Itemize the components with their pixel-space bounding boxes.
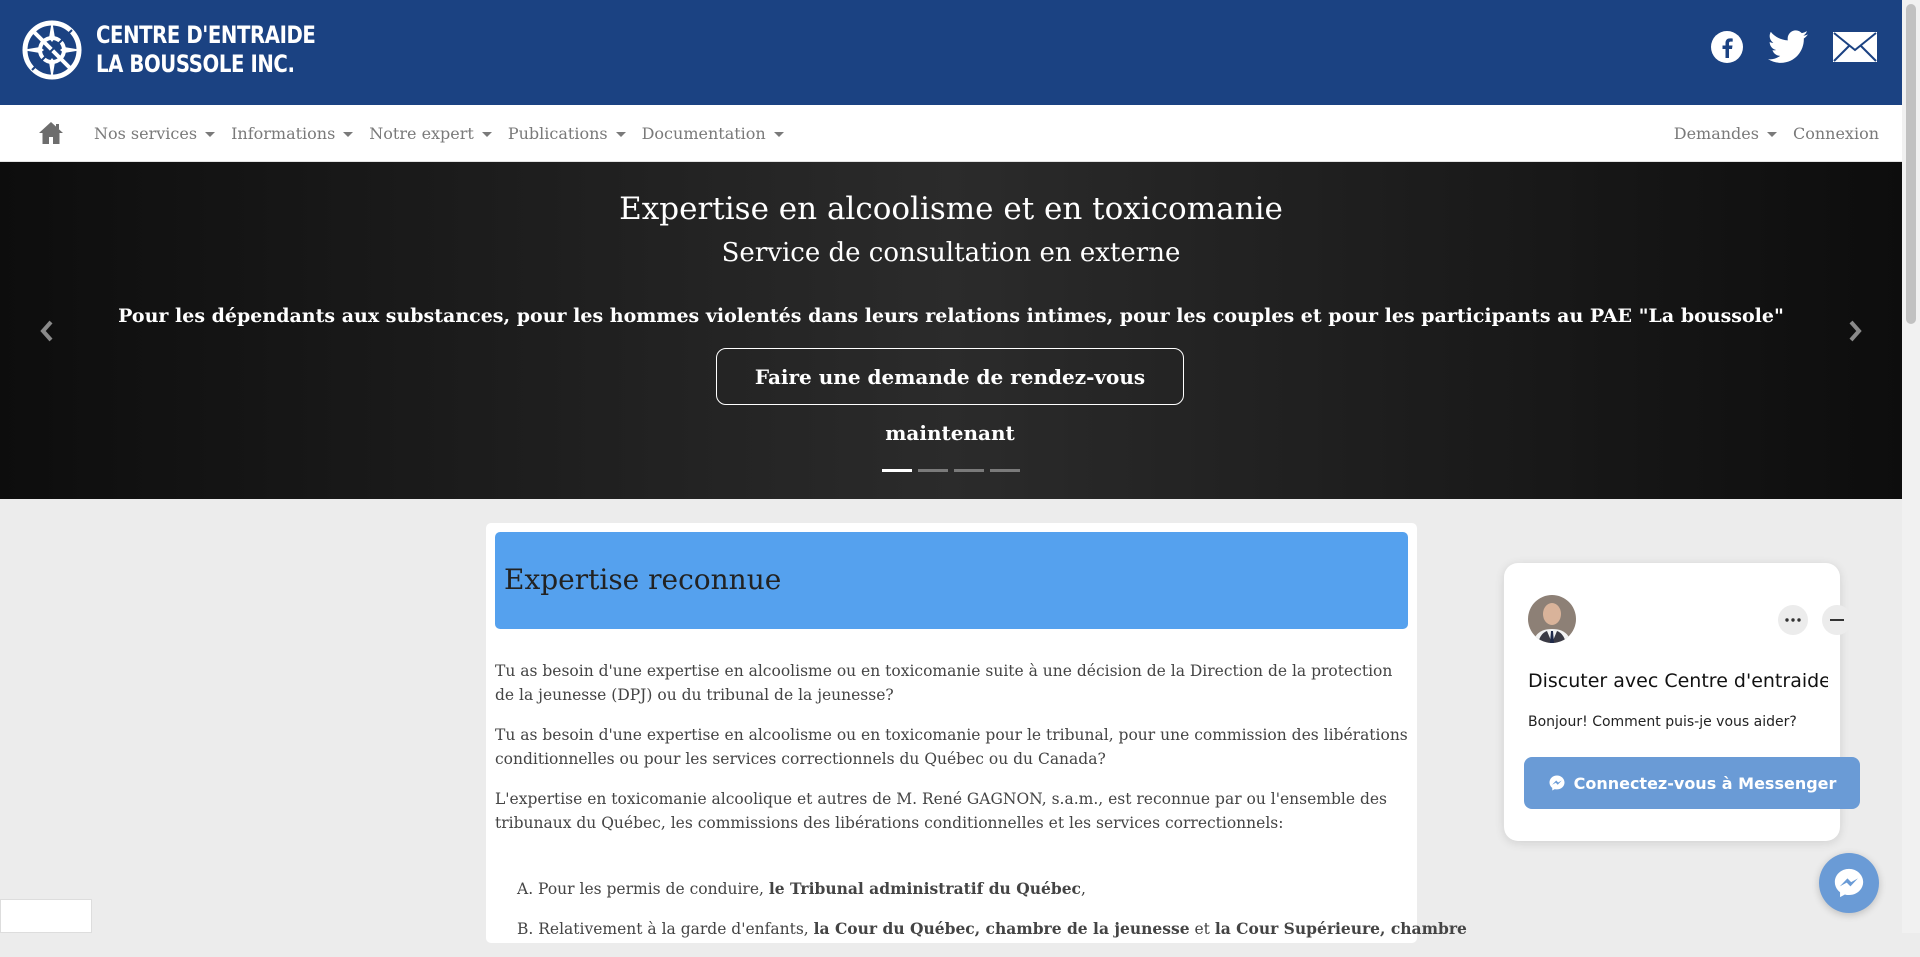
nav-label: Nos services: [94, 123, 198, 143]
messenger-connect-button[interactable]: Connectez-vous à Messenger: [1524, 757, 1860, 809]
list-item-text: et: [1189, 920, 1215, 938]
caret-down-icon: [481, 131, 492, 137]
nav-right: Demandes Connexion: [1658, 105, 1879, 161]
paragraph: Tu as besoin d'une expertise en alcoolis…: [495, 726, 1408, 768]
list-item: B. Relativement à la garde d'enfants, la…: [517, 917, 1467, 941]
list-item-bold: le Tribunal administratif du Québec: [768, 879, 1081, 898]
minimize-icon[interactable]: [1822, 605, 1852, 635]
messenger-launcher-button[interactable]: [1819, 853, 1879, 913]
card-body: Tu as besoin d'une expertise en alcoolis…: [495, 659, 1467, 957]
nav-publications[interactable]: Publications: [508, 124, 626, 143]
avatar: [1528, 595, 1576, 643]
messenger-chat-widget: Discuter avec Centre d'entraide L... Bon…: [1504, 563, 1860, 841]
caret-down-icon: [205, 131, 216, 137]
nav-notre-expert[interactable]: Notre expert: [369, 124, 492, 143]
nav-demandes[interactable]: Demandes: [1674, 124, 1777, 143]
authority-list: A. Pour les permis de conduire, le Tribu…: [517, 877, 1467, 941]
more-options-icon[interactable]: [1778, 605, 1808, 635]
carousel-indicator-4[interactable]: [990, 469, 1020, 472]
mail-icon[interactable]: [1832, 30, 1878, 68]
list-item-text: A. Pour les permis de conduire,: [517, 880, 769, 898]
paragraph: L'expertise en toxicomanie alcoolique et…: [495, 790, 1387, 832]
twitter-icon[interactable]: [1768, 30, 1808, 68]
facebook-icon[interactable]: [1710, 30, 1744, 68]
home-icon[interactable]: [38, 121, 64, 149]
list-item-text: ,: [1081, 880, 1086, 898]
nav-left: Nos services Informations Notre expert P…: [94, 105, 800, 161]
list-item: A. Pour les permis de conduire, le Tribu…: [517, 877, 1408, 901]
social-links: [1686, 30, 1878, 68]
nav-label: Documentation: [641, 123, 766, 143]
messenger-icon: [1834, 868, 1864, 898]
caret-down-icon: [1766, 131, 1777, 137]
hero-carousel: Expertise en alcoolisme et en toxicomani…: [0, 162, 1902, 499]
logo-text: CENTRE D'ENTRAIDE LA BOUSSOLE INC.: [96, 21, 316, 79]
compass-logo-icon: [22, 20, 82, 80]
appointment-request-button[interactable]: Faire une demande de rendez-vous mainten…: [716, 348, 1184, 445]
hero-description: Pour les dépendants aux substances, pour…: [118, 305, 1784, 327]
carousel-indicator-2[interactable]: [918, 469, 948, 472]
nav-nos-services[interactable]: Nos services: [94, 123, 216, 143]
nav-label: Notre expert: [369, 123, 474, 143]
nav-informations[interactable]: Informations: [231, 123, 354, 143]
messenger-connect-label: Connectez-vous à Messenger: [1573, 773, 1837, 793]
caret-down-icon: [343, 131, 354, 137]
carousel-next-icon[interactable]: [1848, 320, 1862, 346]
paragraph: Tu as besoin d'une expertise en alcoolis…: [495, 662, 1393, 704]
content-card: Expertise reconnue Tu as besoin d'une ex…: [486, 523, 1467, 943]
list-item-bold: la Cour du Québec, chambre de la jeuness…: [813, 919, 1190, 938]
messenger-icon: [1549, 775, 1565, 791]
chat-title: Discuter avec Centre d'entraide L...: [1528, 670, 1828, 692]
list-item-bold: la Cour Supérieure, chambre: [1214, 919, 1467, 938]
logo-line-1: CENTRE D'ENTRAIDE: [96, 21, 316, 49]
caret-down-icon: [773, 131, 784, 137]
nav-connexion[interactable]: Connexion: [1793, 124, 1879, 143]
nav-label: Connexion: [1792, 123, 1879, 143]
section-heading: Expertise reconnue: [504, 563, 782, 596]
bottom-left-widget[interactable]: [0, 899, 92, 933]
nav-label: Publications: [507, 123, 608, 143]
list-item-text: B. Relativement à la garde d'enfants,: [517, 920, 814, 938]
nav-label: Demandes: [1673, 123, 1759, 143]
hero-subtitle: Service de consultation en externe: [721, 238, 1181, 268]
nav-label: Informations: [231, 123, 336, 143]
caret-down-icon: [615, 131, 626, 137]
main-navbar: Nos services Informations Notre expert P…: [0, 105, 1902, 162]
carousel-indicators: [882, 469, 1026, 472]
page-scrollbar[interactable]: [1902, 0, 1920, 933]
top-banner: CENTRE D'ENTRAIDE LA BOUSSOLE INC.: [0, 0, 1902, 105]
chat-greeting: Bonjour! Comment puis-je vous aider?: [1528, 714, 1797, 730]
carousel-indicator-3[interactable]: [954, 469, 984, 472]
site-logo[interactable]: CENTRE D'ENTRAIDE LA BOUSSOLE INC.: [20, 18, 364, 82]
carousel-indicator-1[interactable]: [882, 469, 912, 472]
card-header: Expertise reconnue: [495, 532, 1408, 629]
carousel-prev-icon[interactable]: [40, 320, 54, 346]
logo-line-2: LA BOUSSOLE INC.: [96, 50, 295, 78]
scrollbar-thumb[interactable]: [1906, 4, 1916, 324]
hero-title: Expertise en alcoolisme et en toxicomani…: [619, 191, 1283, 227]
nav-documentation[interactable]: Documentation: [642, 124, 784, 143]
